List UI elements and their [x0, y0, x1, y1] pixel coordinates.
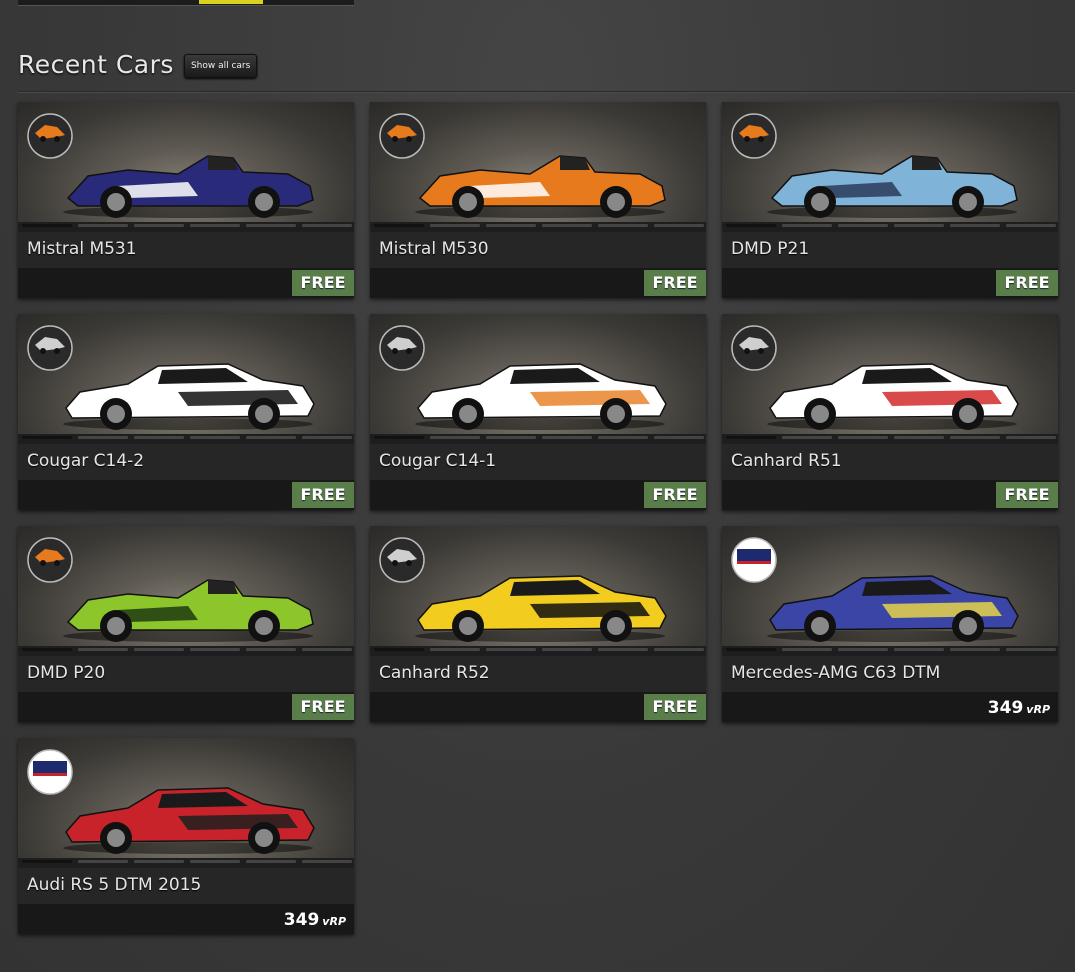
car-card[interactable]: Canhard R52 FREE	[370, 526, 706, 722]
car-name: Canhard R52	[370, 656, 706, 692]
car-image	[18, 526, 354, 646]
car-image-carousel-dots[interactable]	[22, 224, 352, 229]
car-image-carousel-dots[interactable]	[22, 860, 352, 865]
car-silhouette-icon	[63, 579, 314, 642]
car-image	[18, 314, 354, 434]
price-free-badge: FREE	[996, 270, 1058, 296]
car-name: DMD P21	[722, 232, 1058, 268]
price-row: 349 vRP	[18, 904, 354, 934]
car-image	[722, 102, 1058, 222]
car-image-carousel-dots[interactable]	[374, 648, 704, 653]
header-divider	[18, 91, 1075, 92]
car-silhouette-icon	[767, 363, 1019, 430]
price-free-badge: FREE	[292, 482, 354, 508]
top-progress-bar	[18, 0, 354, 6]
price-free-badge: FREE	[644, 482, 706, 508]
car-image	[370, 314, 706, 434]
dtm-class-badge-icon	[731, 537, 777, 583]
car-image-carousel-dots[interactable]	[726, 224, 1056, 229]
prototype-class-badge-icon	[27, 537, 73, 583]
price-row: FREE	[370, 480, 706, 510]
car-image-carousel-dots[interactable]	[726, 648, 1056, 653]
price-row: FREE	[18, 692, 354, 722]
price-free-badge: FREE	[292, 270, 354, 296]
car-image-carousel-dots[interactable]	[726, 436, 1056, 441]
price-free-badge: FREE	[644, 270, 706, 296]
car-name: Mistral M531	[18, 232, 354, 268]
car-silhouette-icon	[415, 575, 667, 642]
price-vrp: 349 vRP	[987, 698, 1050, 718]
show-all-cars-button[interactable]: Show all cars	[183, 54, 258, 78]
car-card[interactable]: DMD P21 FREE	[722, 102, 1058, 298]
car-image	[370, 102, 706, 222]
car-card[interactable]: Mistral M530 FREE	[370, 102, 706, 298]
car-name: Audi RS 5 DTM 2015	[18, 868, 354, 904]
price-free-badge: FREE	[644, 694, 706, 720]
car-silhouette-icon	[767, 155, 1018, 218]
car-card[interactable]: Canhard R51 FREE	[722, 314, 1058, 510]
car-silhouette-icon	[767, 575, 1019, 642]
car-card[interactable]: Audi RS 5 DTM 2015 349 vRP	[18, 738, 354, 934]
car-image-carousel-dots[interactable]	[22, 436, 352, 441]
price-row: FREE	[18, 268, 354, 298]
car-name: Cougar C14-2	[18, 444, 354, 480]
price-row: FREE	[722, 480, 1058, 510]
price-vrp: 349 vRP	[283, 910, 346, 930]
car-card[interactable]: Cougar C14-2 FREE	[18, 314, 354, 510]
price-row: FREE	[722, 268, 1058, 298]
dtm-class-badge-icon	[27, 749, 73, 795]
prototype-class-badge-icon	[731, 113, 777, 159]
silhouette-class-badge-icon	[379, 537, 425, 583]
car-image	[722, 314, 1058, 434]
car-silhouette-icon	[63, 155, 314, 218]
prototype-class-badge-icon	[27, 113, 73, 159]
top-progress-indicator	[199, 0, 263, 4]
car-name: Cougar C14-1	[370, 444, 706, 480]
silhouette-class-badge-icon	[379, 325, 425, 371]
car-silhouette-icon	[63, 787, 315, 854]
car-card[interactable]: DMD P20 FREE	[18, 526, 354, 722]
section-header: Recent Cars Show all cars	[18, 46, 258, 82]
prototype-class-badge-icon	[379, 113, 425, 159]
car-silhouette-icon	[63, 363, 315, 430]
car-card[interactable]: Mistral M531 FREE	[18, 102, 354, 298]
car-image	[18, 102, 354, 222]
car-silhouette-icon	[415, 155, 666, 218]
car-name: Mercedes-AMG C63 DTM	[722, 656, 1058, 692]
car-image	[18, 738, 354, 858]
price-row: FREE	[370, 268, 706, 298]
price-row: 349 vRP	[722, 692, 1058, 722]
car-image	[370, 526, 706, 646]
silhouette-class-badge-icon	[731, 325, 777, 371]
section-title: Recent Cars	[18, 49, 174, 79]
car-name: DMD P20	[18, 656, 354, 692]
car-name: Canhard R51	[722, 444, 1058, 480]
car-image-carousel-dots[interactable]	[22, 648, 352, 653]
car-card[interactable]: Mercedes-AMG C63 DTM 349 vRP	[722, 526, 1058, 722]
car-image-carousel-dots[interactable]	[374, 224, 704, 229]
car-silhouette-icon	[415, 363, 667, 430]
car-image	[722, 526, 1058, 646]
price-row: FREE	[18, 480, 354, 510]
car-card[interactable]: Cougar C14-1 FREE	[370, 314, 706, 510]
price-free-badge: FREE	[996, 482, 1058, 508]
silhouette-class-badge-icon	[27, 325, 73, 371]
car-name: Mistral M530	[370, 232, 706, 268]
price-free-badge: FREE	[292, 694, 354, 720]
price-row: FREE	[370, 692, 706, 722]
car-image-carousel-dots[interactable]	[374, 436, 704, 441]
